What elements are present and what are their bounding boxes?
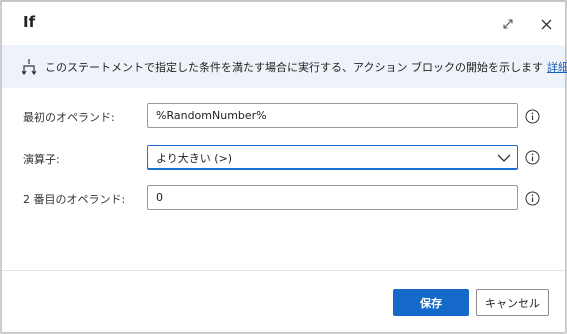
second-operand-info-icon[interactable] [525,191,540,206]
expand-icon [503,19,513,29]
first-operand-info-icon[interactable] [525,109,540,124]
second-operand-input[interactable]: 0 [147,185,518,210]
close-icon [541,19,551,29]
dialog-title: If [23,13,36,31]
cancel-button[interactable]: キャンセル [476,289,549,316]
flow-branch-icon [22,59,36,75]
close-button[interactable] [535,13,557,35]
banner-text: このステートメントで指定した条件を満たす場合に実行する、アクション ブロックの開… [45,59,567,75]
first-operand-input[interactable]: %RandomNumber% [147,103,518,128]
first-operand-value: %RandomNumber% [156,109,267,122]
operator-info-icon[interactable] [525,150,540,165]
info-banner: このステートメントで指定した条件を満たす場合に実行する、アクション ブロックの開… [2,45,567,88]
details-link[interactable]: 詳細 [547,61,567,74]
chevron-down-icon [497,154,511,162]
operator-label: 演算子: [23,153,60,166]
operator-selected-value: より大きい (>) [156,151,233,165]
second-operand-label: 2 番目のオペランド: [23,193,126,206]
operator-select[interactable]: より大きい (>) [147,145,518,170]
first-operand-label: 最初のオペランド: [23,111,115,124]
if-dialog: If このステートメントで指定した条件を満たす場合に実行する、アクション ブロッ… [1,1,567,333]
second-operand-value: 0 [156,191,163,204]
save-button[interactable]: 保存 [393,289,469,316]
banner-description: このステートメントで指定した条件を満たす場合に実行する、アクション ブロックの開… [45,61,543,74]
dialog-titlebar: If [2,2,565,45]
expand-button[interactable] [497,13,519,35]
footer-divider [2,270,565,271]
